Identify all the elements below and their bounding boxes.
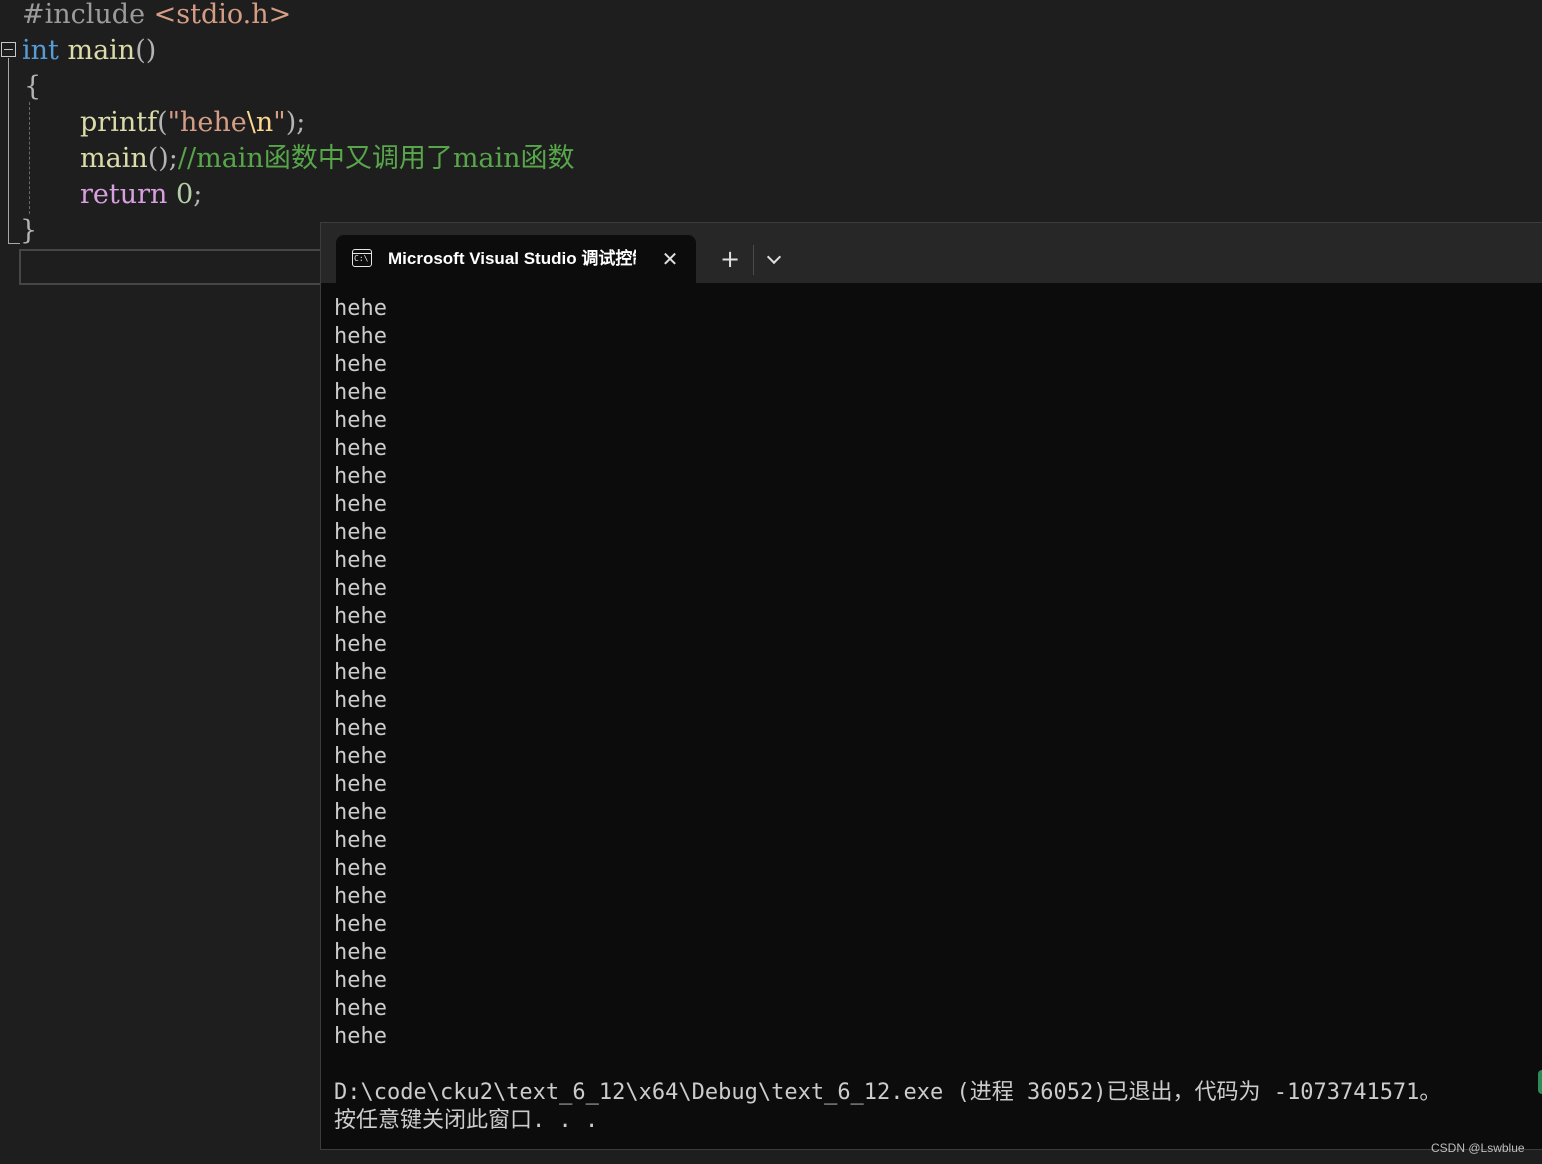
preprocessor-directive: #include [22, 0, 146, 30]
console-icon: C:\ [352, 249, 372, 267]
output-line: hehe [334, 408, 387, 433]
close-tab-icon[interactable]: ✕ [658, 247, 682, 271]
output-line: hehe [334, 520, 387, 545]
output-line: hehe [334, 604, 387, 629]
output-line: hehe [334, 968, 387, 993]
output-line: hehe [334, 548, 387, 573]
output-line: hehe [334, 380, 387, 405]
output-line: hehe [334, 744, 387, 769]
terminal-tab[interactable]: C:\ Microsoft Visual Studio 调试控制台 ✕ [336, 235, 696, 283]
open-brace: { [24, 71, 42, 102]
output-lines: hehe hehe hehe hehe hehe hehe hehe hehe hehe hehe… [334, 295, 1542, 1051]
close-paren: ); [285, 107, 306, 138]
printf-call: printf [80, 107, 158, 138]
main-call: main [80, 143, 148, 174]
semicolon: ; [193, 179, 203, 210]
outline-bracket [8, 58, 9, 244]
code-line-open-brace[interactable]: { [24, 69, 41, 105]
code-line-printf[interactable]: printf("hehe\n"); [80, 105, 305, 141]
close-prompt: 按任意键关闭此窗口. . . [334, 1108, 599, 1133]
output-line: hehe [334, 800, 387, 825]
function-name: main [67, 35, 136, 66]
code-line-return[interactable]: return 0; [80, 177, 202, 213]
output-line: hehe [334, 436, 387, 461]
output-line: hehe [334, 856, 387, 881]
watermark: CSDN @Lswblue [1431, 1141, 1525, 1155]
code-line-close-brace[interactable]: } [20, 213, 37, 249]
keyword-return: return [80, 179, 168, 210]
escape-sequence: \n [246, 107, 274, 138]
output-line: hehe [334, 996, 387, 1021]
close-brace: } [20, 215, 38, 246]
terminal-window[interactable]: C:\ Microsoft Visual Studio 调试控制台 ✕ + he… [320, 222, 1542, 1150]
parens: () [135, 35, 157, 66]
output-line: hehe [334, 576, 387, 601]
open-paren: ( [157, 107, 168, 138]
indent-guide [29, 102, 30, 214]
scroll-indicator[interactable] [1538, 1070, 1542, 1094]
string-literal-end: " [273, 107, 286, 138]
output-line: hehe [334, 772, 387, 797]
code-comment: //main函数中又调用了main函数 [177, 143, 575, 174]
output-line: hehe [334, 912, 387, 937]
collapse-toggle[interactable] [1, 42, 16, 57]
output-line: hehe [334, 632, 387, 657]
code-line-main-call[interactable]: main();//main函数中又调用了main函数 [80, 141, 575, 177]
output-line: hehe [334, 940, 387, 965]
return-value: 0 [176, 179, 194, 210]
tab-title: Microsoft Visual Studio 调试控制台 [388, 249, 636, 268]
terminal-tab-bar: C:\ Microsoft Visual Studio 调试控制台 ✕ + [321, 223, 1542, 283]
output-line: hehe [334, 296, 387, 321]
call-parens: (); [147, 143, 178, 174]
output-line: hehe [334, 660, 387, 685]
chevron-down-icon[interactable] [761, 248, 787, 272]
keyword-int: int [22, 35, 59, 66]
outline-bracket-end [8, 243, 20, 244]
code-line-include[interactable]: #include <stdio.h> [22, 0, 291, 33]
output-line: hehe [334, 828, 387, 853]
output-line: hehe [334, 1024, 387, 1049]
include-header: <stdio.h> [153, 0, 292, 30]
output-line: hehe [334, 716, 387, 741]
code-line-main-decl[interactable]: int main() [22, 33, 156, 69]
current-line-highlight[interactable] [19, 249, 339, 285]
output-line: hehe [334, 352, 387, 377]
string-literal: "hehe [167, 107, 247, 138]
output-line: hehe [334, 324, 387, 349]
output-line: hehe [334, 464, 387, 489]
exit-message: D:\code\cku2\text_6_12\x64\Debug\text_6_… [334, 1080, 1442, 1105]
new-tab-button[interactable]: + [715, 247, 745, 273]
output-line: hehe [334, 884, 387, 909]
output-line: hehe [334, 688, 387, 713]
output-line: hehe [334, 492, 387, 517]
console-output[interactable]: hehe hehe hehe hehe hehe hehe hehe hehe hehe hehe… [334, 295, 1542, 1135]
tab-separator [753, 245, 754, 275]
